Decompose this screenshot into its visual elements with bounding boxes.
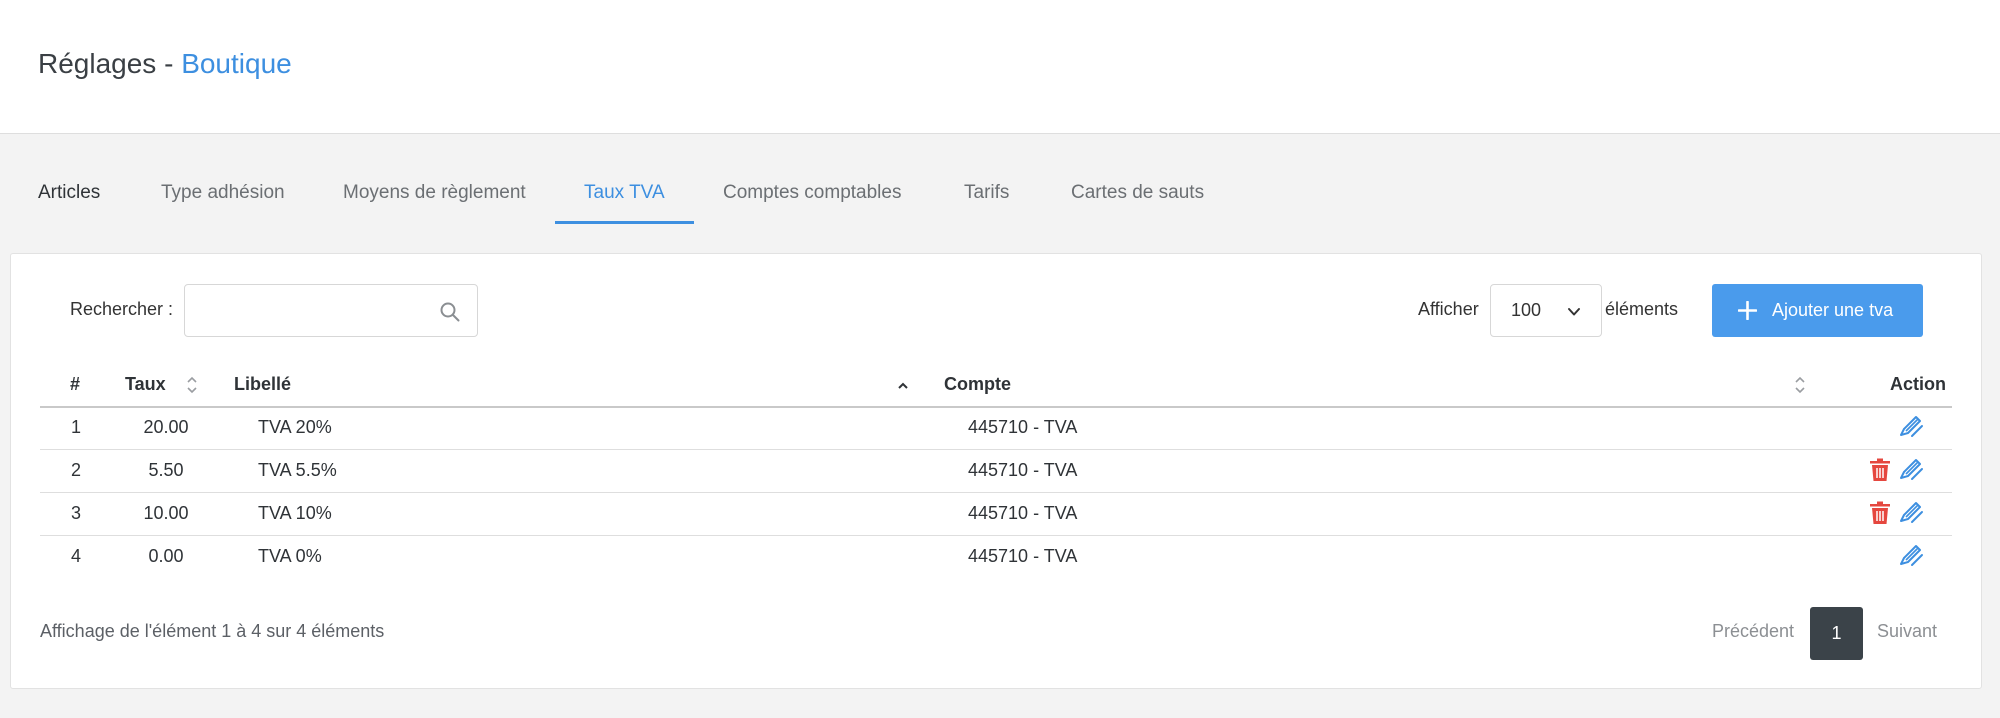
- sort-up-icon[interactable]: [897, 375, 909, 395]
- table-info: Affichage de l'élément 1 à 4 sur 4 éléme…: [40, 621, 385, 641]
- row-compte: 445710 - TVA: [968, 417, 1078, 437]
- pagination-previous[interactable]: Précédent: [1712, 621, 1794, 642]
- tab-comptes-comptables[interactable]: Comptes comptables: [723, 182, 901, 204]
- column-header-action: Action: [1890, 374, 1946, 394]
- tab-bar: Articles Type adhésion Moyens de règleme…: [0, 134, 2000, 226]
- page-size-value: 100: [1511, 300, 1542, 320]
- row-compte: 445710 - TVA: [968, 460, 1078, 480]
- row-libelle: TVA 0%: [258, 546, 322, 566]
- plus-icon: [1738, 301, 1757, 320]
- search-icon[interactable]: [439, 301, 461, 323]
- elements-label: éléments: [1605, 299, 1679, 319]
- tab-articles[interactable]: Articles: [38, 182, 100, 204]
- search-box[interactable]: [184, 284, 478, 337]
- row-libelle: TVA 5.5%: [258, 460, 337, 480]
- edit-icon[interactable]: [1898, 415, 1924, 439]
- row-number: 2: [71, 460, 82, 480]
- row-libelle: TVA 20%: [258, 417, 332, 437]
- add-tva-label: Ajouter une tva: [1772, 300, 1894, 320]
- row-taux: 10.00: [143, 503, 189, 523]
- edit-icon[interactable]: [1898, 501, 1924, 525]
- search-input[interactable]: [195, 295, 425, 327]
- pagination-next[interactable]: Suivant: [1877, 621, 1937, 642]
- search-label: Rechercher :: [70, 299, 174, 319]
- tab-tarifs[interactable]: Tarifs: [964, 182, 1009, 204]
- tab-moyens-de-reglement[interactable]: Moyens de règlement: [343, 182, 526, 204]
- tab-cartes-de-sauts[interactable]: Cartes de sauts: [1071, 182, 1204, 204]
- row-compte: 445710 - TVA: [968, 503, 1078, 523]
- tva-panel: Rechercher : Afficher 100 éléments Ajout…: [10, 253, 1982, 689]
- sort-icon[interactable]: [1794, 375, 1806, 395]
- active-tab-indicator: [555, 221, 694, 224]
- page-header: Réglages - Boutique: [0, 0, 2000, 134]
- row-number: 4: [71, 546, 82, 566]
- trash-icon[interactable]: [1869, 501, 1891, 525]
- row-divider: [40, 449, 1952, 450]
- pagination-current-page[interactable]: 1: [1810, 607, 1863, 660]
- page-size-select[interactable]: 100: [1490, 284, 1602, 337]
- trash-icon[interactable]: [1869, 458, 1891, 482]
- sort-icon[interactable]: [186, 375, 198, 395]
- show-label: Afficher: [1418, 299, 1479, 319]
- column-header-libelle[interactable]: Libellé: [234, 374, 291, 395]
- chevron-down-icon: [1568, 308, 1580, 316]
- tab-type-adhesion[interactable]: Type adhésion: [161, 182, 285, 204]
- column-header-taux[interactable]: Taux: [125, 374, 166, 395]
- add-tva-button[interactable]: Ajouter une tva: [1712, 284, 1923, 337]
- column-header-number[interactable]: #: [70, 374, 80, 395]
- row-divider: [40, 535, 1952, 536]
- row-libelle: TVA 10%: [258, 503, 332, 523]
- edit-icon[interactable]: [1898, 544, 1924, 568]
- page-title-accent[interactable]: Boutique: [181, 48, 292, 79]
- page-title: Réglages - Boutique: [38, 48, 292, 80]
- column-header-compte[interactable]: Compte: [944, 374, 1011, 395]
- row-number: 1: [71, 417, 82, 437]
- edit-icon[interactable]: [1898, 458, 1924, 482]
- page-title-prefix: Réglages -: [38, 48, 182, 79]
- table-header-divider: [40, 406, 1952, 408]
- tab-taux-tva[interactable]: Taux TVA: [584, 182, 665, 204]
- row-compte: 445710 - TVA: [968, 546, 1078, 566]
- row-taux: 0.00: [148, 546, 184, 566]
- row-divider: [40, 492, 1952, 493]
- row-taux: 5.50: [148, 460, 184, 480]
- row-taux: 20.00: [143, 417, 189, 437]
- row-number: 3: [71, 503, 82, 523]
